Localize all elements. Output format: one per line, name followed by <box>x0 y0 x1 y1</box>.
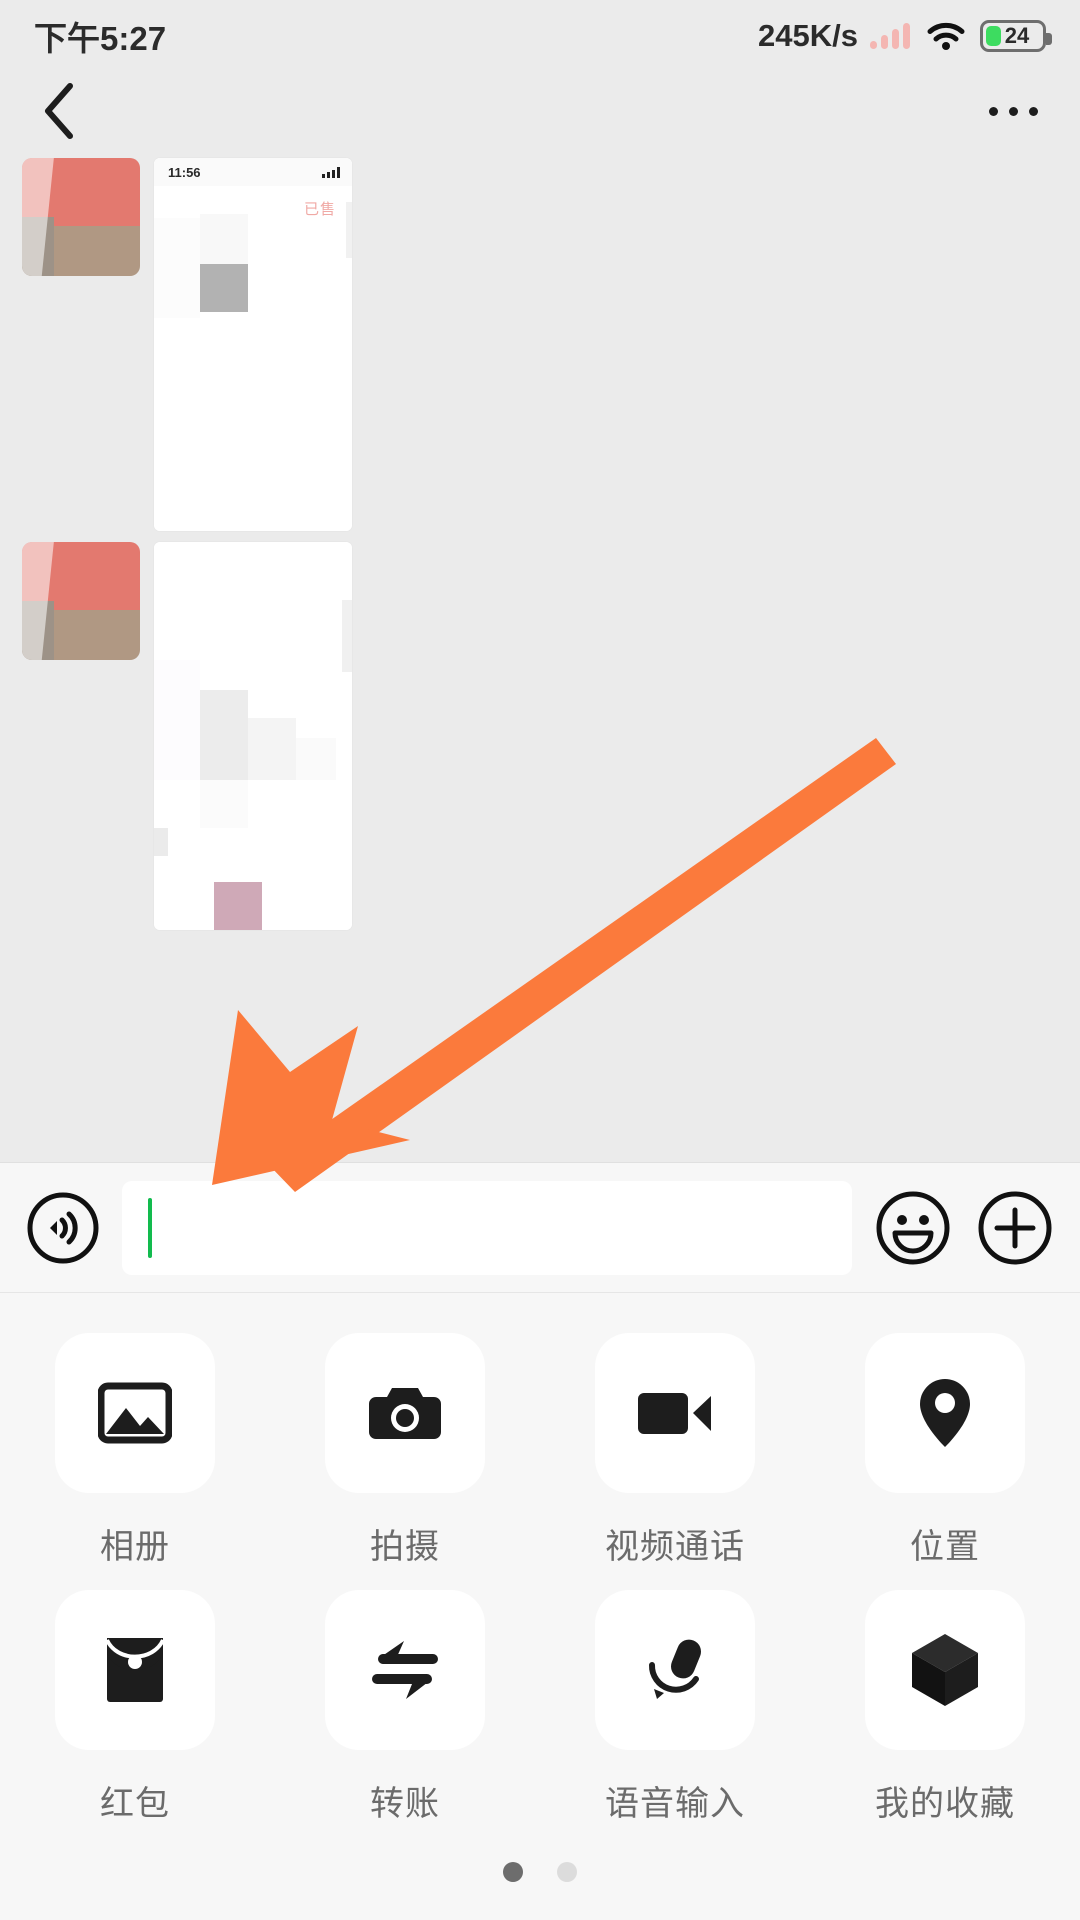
photo-album-icon[interactable] <box>55 1333 215 1493</box>
navigation-bar <box>0 72 1080 150</box>
message-bubble-image[interactable]: 11:56 已售 <box>154 158 352 531</box>
page-dot[interactable] <box>557 1862 577 1882</box>
location-pin-icon[interactable] <box>865 1333 1025 1493</box>
preview-signal-icon <box>322 166 340 178</box>
chat-message[interactable]: 11:56 已售 <box>22 158 352 531</box>
attachment-label: 转账 <box>370 1785 440 1823</box>
avatar[interactable] <box>22 158 140 276</box>
chat-message[interactable] <box>22 542 352 930</box>
attachment-label: 视频通话 <box>605 1528 745 1566</box>
attachment-item-location[interactable]: 位置 <box>810 1333 1080 1568</box>
avatar[interactable] <box>22 542 140 660</box>
page-indicator <box>0 1862 1080 1882</box>
attachment-label: 红包 <box>100 1785 170 1823</box>
phone-screen: 下午5:27 245K/s 24 11:56 已售 相册 拍摄 视频通话 位置 … <box>0 0 1080 1920</box>
attachment-label: 拍摄 <box>370 1528 440 1566</box>
attachment-item-favorites[interactable]: 我的收藏 <box>810 1590 1080 1825</box>
status-bar: 下午5:27 245K/s 24 <box>0 0 1080 72</box>
attachment-grid: 相册 拍摄 视频通话 位置 红包 转账 语音输入 我的收藏 <box>0 1333 1080 1825</box>
page-dot-active[interactable] <box>503 1862 523 1882</box>
status-bar-time: 下午5:27 <box>34 20 167 57</box>
red-packet-icon[interactable] <box>55 1590 215 1750</box>
message-input-field[interactable] <box>122 1180 852 1275</box>
text-cursor <box>148 1197 152 1258</box>
attachment-item-album[interactable]: 相册 <box>0 1333 270 1568</box>
screenshot-preview[interactable]: 11:56 已售 <box>154 158 352 531</box>
video-call-icon[interactable] <box>595 1333 755 1493</box>
voice-input-icon[interactable] <box>24 1189 102 1267</box>
attachment-label: 相册 <box>100 1528 170 1566</box>
attachment-item-camera[interactable]: 拍摄 <box>270 1333 540 1568</box>
attachment-item-transfer[interactable]: 转账 <box>270 1590 540 1825</box>
microphone-icon[interactable] <box>595 1590 755 1750</box>
back-button[interactable] <box>42 81 102 141</box>
message-bubble-image[interactable] <box>154 542 352 930</box>
attachment-item-red-packet[interactable]: 红包 <box>0 1590 270 1825</box>
attachment-item-video-call[interactable]: 视频通话 <box>540 1333 810 1568</box>
attachment-item-voice-input[interactable]: 语音输入 <box>540 1590 810 1825</box>
attachment-label: 位置 <box>910 1528 980 1566</box>
more-options-button[interactable] <box>968 81 1038 141</box>
transfer-money-icon[interactable] <box>325 1590 485 1750</box>
wifi-icon <box>926 21 966 51</box>
attachment-label: 我的收藏 <box>875 1785 1015 1823</box>
battery-level-label: 24 <box>1004 23 1030 48</box>
signal-bars-icon <box>870 23 910 49</box>
attachment-label: 语音输入 <box>605 1785 745 1823</box>
preview-time: 11:56 <box>168 164 201 180</box>
network-speed-label: 245K/s <box>758 18 858 53</box>
attachment-panel: 相册 拍摄 视频通话 位置 红包 转账 语音输入 我的收藏 <box>0 1292 1080 1920</box>
chat-message-list[interactable]: 11:56 已售 <box>0 150 1080 1162</box>
favorites-cube-icon[interactable] <box>865 1590 1025 1750</box>
emoji-smiley-icon[interactable] <box>872 1187 954 1269</box>
preview-sold-tag: 已售 <box>303 201 336 218</box>
preview-status-bar: 11:56 <box>154 158 352 186</box>
screenshot-preview[interactable] <box>154 542 352 930</box>
battery-icon: 24 <box>980 20 1052 52</box>
status-bar-indicators: 245K/s 24 <box>758 18 1052 54</box>
message-input-bar <box>0 1162 1080 1292</box>
plus-circle-icon[interactable] <box>974 1187 1056 1269</box>
camera-icon[interactable] <box>325 1333 485 1493</box>
